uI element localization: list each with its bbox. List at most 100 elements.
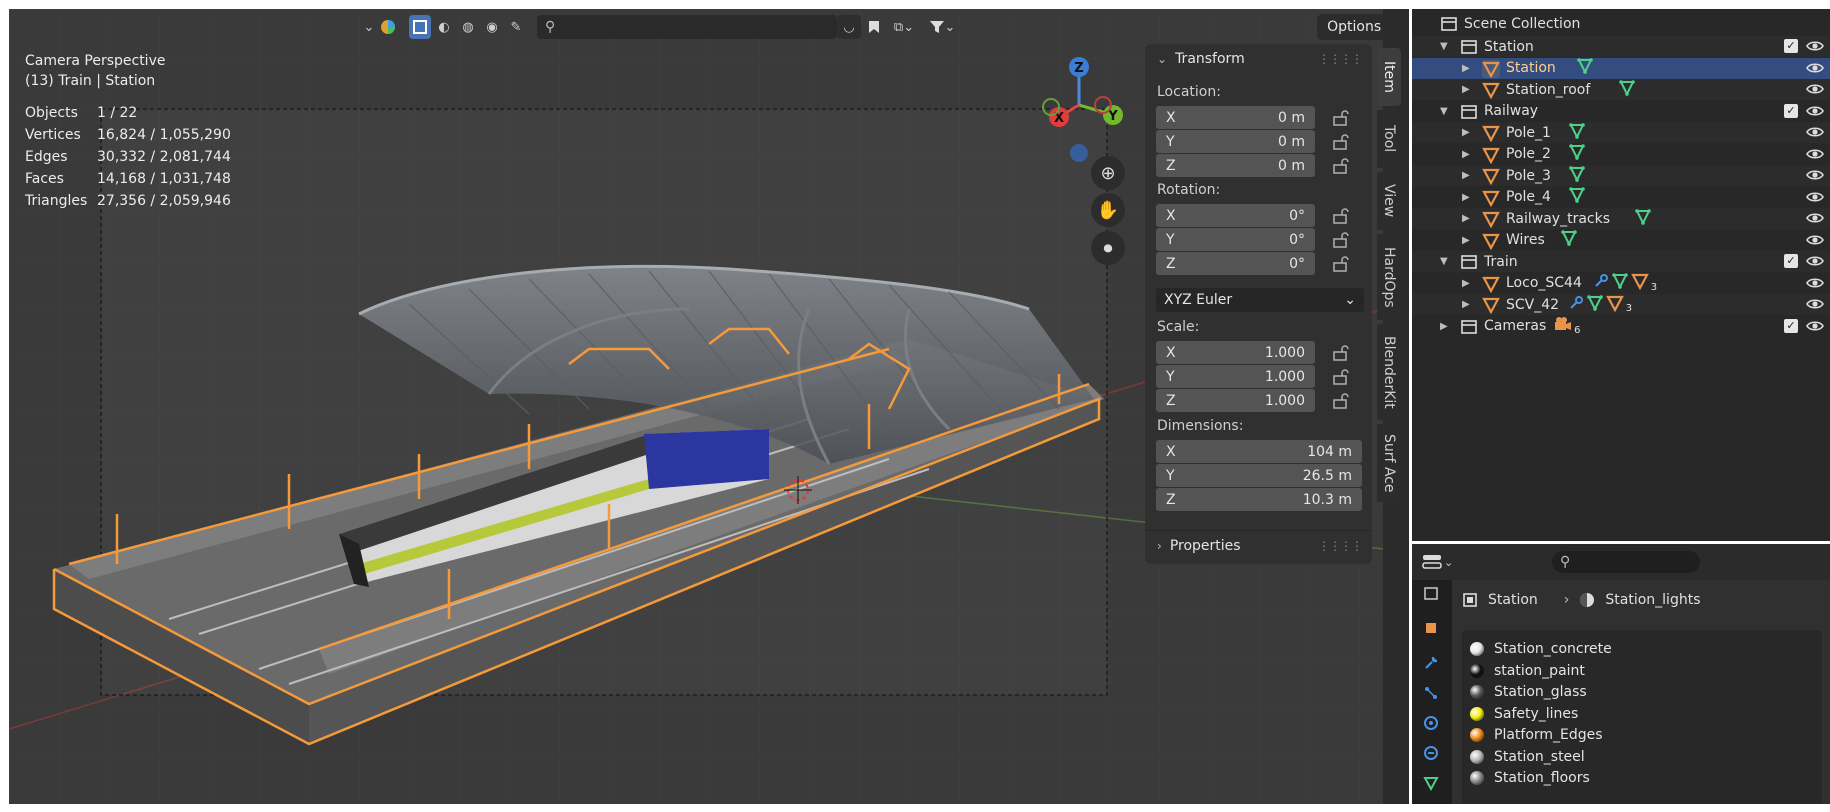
object-icon[interactable] [1605, 294, 1624, 316]
overlay-color-icon[interactable] [378, 15, 398, 39]
exclude-checkbox[interactable]: ✓ [1784, 39, 1798, 53]
expand-right-icon[interactable]: ▶ [1462, 63, 1470, 74]
scale-y-field[interactable]: Y 1.000 [1156, 365, 1315, 388]
outliner-scene-collection[interactable]: Scene Collection [1412, 11, 1830, 36]
outliner-object-row[interactable]: ▶ Loco_SC44 3 [1412, 273, 1830, 294]
mesh-data-icon[interactable] [1576, 57, 1594, 79]
eye-icon[interactable] [1806, 319, 1824, 337]
editor-type-icon[interactable]: ⌄ [1422, 550, 1458, 574]
mesh-data-icon[interactable] [1568, 186, 1586, 208]
expand-right-icon[interactable]: ▶ [1462, 235, 1470, 246]
camera-icon[interactable]: ⏺ [1091, 231, 1125, 265]
expand-down-icon[interactable]: ▼ [1440, 41, 1448, 52]
material-slot[interactable]: Station_concrete [1470, 638, 1612, 660]
outliner-object-row[interactable]: ▶ Pole_3 [1412, 165, 1830, 186]
location-y-field[interactable]: Y0 m [1156, 130, 1315, 153]
grip-icon[interactable]: ⋮⋮⋮⋮ [1318, 52, 1363, 66]
viewport-search-input[interactable]: ⚲ [537, 15, 837, 39]
dimensions-x-field[interactable]: X 104 m [1156, 440, 1362, 463]
unlock-icon[interactable] [1331, 392, 1349, 410]
tab-item[interactable]: Item [1377, 48, 1401, 106]
paint-brush-icon[interactable]: ✎ [505, 15, 527, 39]
mesh-data-icon[interactable] [1560, 229, 1578, 251]
material-slot[interactable]: Station_glass [1470, 681, 1587, 703]
unlock-icon[interactable] [1331, 368, 1349, 386]
outliner-collection-row[interactable]: ▼ Railway ✓ [1412, 101, 1830, 122]
expand-right-icon[interactable]: ▶ [1462, 149, 1470, 160]
object-tab-icon[interactable] [1418, 615, 1444, 641]
outliner-object-row[interactable]: ▶ Pole_4 [1412, 187, 1830, 208]
proportional-edit-icon[interactable]: ◡ [837, 15, 861, 39]
unlock-icon[interactable] [1331, 207, 1349, 225]
rendered-shading-icon[interactable]: ◉ [481, 15, 503, 39]
mesh-data-icon[interactable] [1568, 165, 1586, 187]
eye-icon[interactable] [1806, 297, 1824, 315]
unlock-icon[interactable] [1331, 231, 1349, 249]
scale-z-field[interactable]: Z 1.000 [1156, 389, 1315, 412]
eye-icon[interactable] [1806, 190, 1824, 208]
outliner-object-row[interactable]: ▶ Railway_tracks [1412, 208, 1830, 229]
expand-right-icon[interactable]: ▶ [1462, 213, 1470, 224]
eye-icon[interactable] [1806, 211, 1824, 229]
camera-icon[interactable] [1554, 316, 1572, 336]
material-slot[interactable]: station_paint [1470, 660, 1585, 682]
object-icon[interactable] [1630, 272, 1649, 294]
tab-view[interactable]: View [1377, 172, 1401, 230]
navigation-gizmo[interactable]: Z Y X [1029, 55, 1129, 165]
outliner-collection-row[interactable]: ▶ Cameras 6 ✓ [1412, 316, 1830, 337]
rotation-mode-select[interactable]: XYZ Euler ⌄ [1156, 288, 1364, 312]
chevron-down-icon[interactable]: ⌄ [360, 15, 378, 39]
unlock-icon[interactable] [1331, 157, 1349, 175]
eye-icon[interactable] [1806, 125, 1824, 143]
wrench-icon[interactable] [1418, 650, 1444, 676]
material-slot-list[interactable]: Station_concrete station_paint Station_gla… [1462, 630, 1822, 804]
eye-icon[interactable] [1806, 61, 1824, 79]
dimensions-y-field[interactable]: Y 26.5 m [1156, 464, 1362, 487]
outliner-object-row[interactable]: ▶ Pole_1 [1412, 122, 1830, 143]
expand-right-icon[interactable]: ▶ [1462, 299, 1470, 310]
expand-right-icon[interactable]: ▶ [1462, 170, 1470, 181]
mesh-data-icon[interactable] [1586, 294, 1604, 316]
outliner-object-row[interactable]: ▶ Wires [1412, 230, 1830, 251]
material-slot[interactable]: Platform_Edges [1470, 724, 1603, 746]
unlock-icon[interactable] [1331, 255, 1349, 273]
outliner-object-row[interactable]: ▶ Station_roof [1412, 79, 1830, 100]
bookmark-icon[interactable] [864, 15, 884, 39]
location-x-field[interactable]: X0 m [1156, 106, 1315, 129]
expand-right-icon[interactable]: ▶ [1440, 321, 1448, 332]
tool-tab-icon[interactable] [1418, 580, 1444, 606]
tab-tool[interactable]: Tool [1377, 110, 1401, 168]
particles-icon[interactable] [1418, 680, 1444, 706]
tab-surf-ace[interactable]: Surf Ace [1377, 424, 1401, 502]
mesh-data-icon[interactable] [1418, 770, 1444, 796]
mesh-data-icon[interactable] [1611, 272, 1629, 294]
options-button[interactable]: Options ⌄ [1317, 14, 1384, 40]
material-slot[interactable]: Safety_lines [1470, 703, 1578, 725]
outliner[interactable]: Scene Collection ▼ Station ✓ ▶ Station ▶ Stati… [1412, 9, 1830, 541]
hierarchy-icon[interactable]: ⧉⌄ [887, 15, 921, 39]
outliner-object-row[interactable]: ▶ Station [1412, 57, 1830, 79]
properties-search-input[interactable]: ⚲ [1552, 551, 1700, 573]
expand-down-icon[interactable]: ▼ [1440, 256, 1448, 267]
mesh-data-icon[interactable] [1634, 208, 1652, 230]
mesh-data-icon[interactable] [1568, 143, 1586, 165]
mesh-data-icon[interactable] [1618, 79, 1636, 101]
outliner-collection-row[interactable]: ▼ Station ✓ [1412, 36, 1830, 57]
eye-icon[interactable] [1806, 39, 1824, 57]
rotation-z-field[interactable]: Z 0° [1156, 252, 1315, 275]
eye-icon[interactable] [1806, 82, 1824, 100]
transform-panel-header[interactable]: ⌄ Transform ⋮⋮⋮⋮ [1145, 44, 1372, 74]
outliner-object-row[interactable]: ▶ Pole_2 [1412, 144, 1830, 165]
expand-down-icon[interactable]: ▼ [1440, 106, 1448, 117]
constraints-icon[interactable] [1418, 740, 1444, 766]
eye-icon[interactable] [1806, 233, 1824, 251]
eye-icon[interactable] [1806, 254, 1824, 272]
exclude-checkbox[interactable]: ✓ [1784, 103, 1798, 118]
rotation-y-field[interactable]: Y 0° [1156, 228, 1315, 251]
dimensions-z-field[interactable]: Z 10.3 m [1156, 488, 1362, 511]
unlock-icon[interactable] [1331, 344, 1349, 362]
eye-icon[interactable] [1806, 147, 1824, 165]
eye-icon[interactable] [1806, 168, 1824, 186]
tab-blenderkit[interactable]: BlenderKit [1377, 324, 1401, 420]
grip-icon[interactable]: ⋮⋮⋮⋮ [1318, 539, 1363, 553]
